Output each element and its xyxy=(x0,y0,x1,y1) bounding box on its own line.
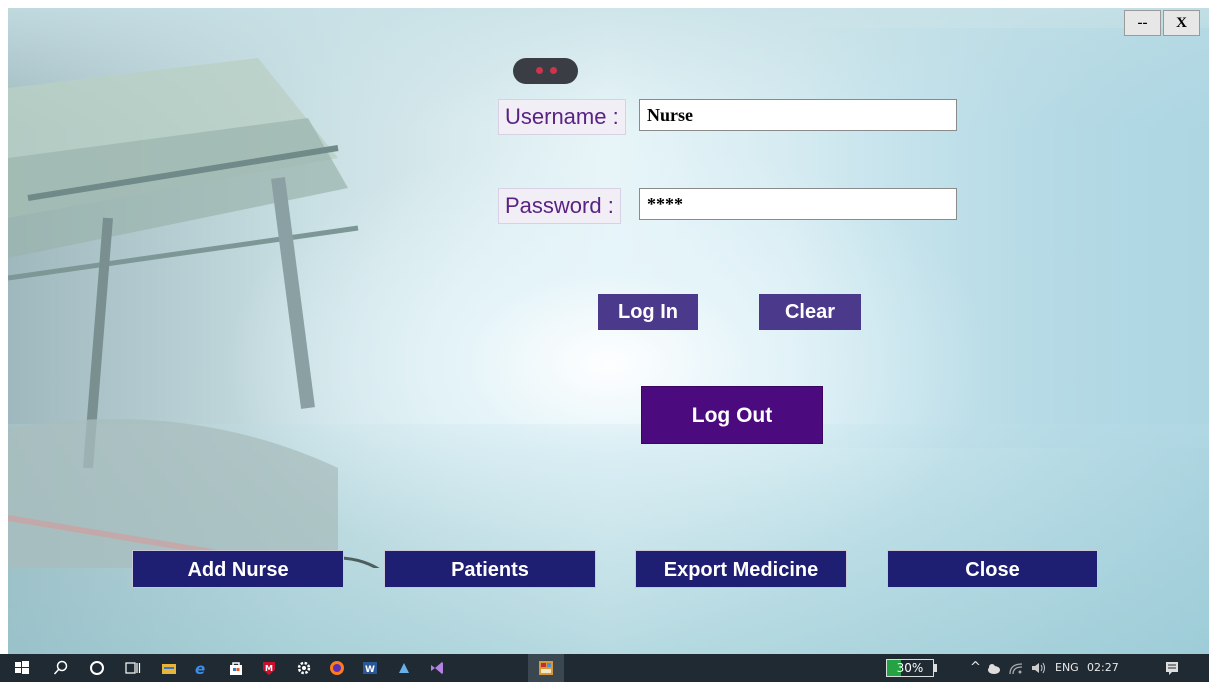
minimize-button[interactable]: -- xyxy=(1124,10,1161,36)
svg-text:e: e xyxy=(195,660,205,676)
svg-text:M: M xyxy=(265,664,273,673)
clear-button[interactable]: Clear xyxy=(759,294,861,330)
file-explorer-icon[interactable] xyxy=(161,660,177,676)
settings-icon[interactable] xyxy=(296,660,312,676)
word-icon[interactable]: W xyxy=(362,660,378,676)
logout-button[interactable]: Log Out xyxy=(641,386,823,444)
patients-button[interactable]: Patients xyxy=(384,550,596,588)
running-app-icon[interactable] xyxy=(538,660,554,676)
battery-indicator[interactable]: 30% xyxy=(886,659,934,677)
taskbar: e M W 30% ^ ENG 02:27 xyxy=(0,654,1209,682)
username-label: Username : xyxy=(498,99,626,135)
app-icon[interactable] xyxy=(396,660,412,676)
hospital-login-window: -- X Username : Nurse Password : **** Lo… xyxy=(8,8,1209,654)
add-nurse-button[interactable]: Add Nurse xyxy=(132,550,344,588)
export-medicine-button[interactable]: Export Medicine xyxy=(635,550,847,588)
chevron-up-icon[interactable]: ^ xyxy=(970,654,981,682)
username-input[interactable]: Nurse xyxy=(639,99,957,131)
background-wall xyxy=(789,28,1209,448)
hospital-bed-image xyxy=(8,58,380,568)
cortana-icon[interactable] xyxy=(89,660,105,676)
battery-text: 30% xyxy=(896,661,924,675)
login-button[interactable]: Log In xyxy=(598,294,698,330)
visual-studio-icon[interactable] xyxy=(429,660,445,676)
mcafee-icon[interactable]: M xyxy=(261,660,277,676)
edge-icon[interactable]: e xyxy=(194,660,210,676)
task-view-icon[interactable] xyxy=(125,660,141,676)
search-icon[interactable] xyxy=(53,660,69,676)
cloud-icon[interactable] xyxy=(986,660,1002,676)
password-label: Password : xyxy=(498,188,621,224)
windows-start-icon[interactable] xyxy=(14,660,30,676)
firefox-icon[interactable] xyxy=(329,660,345,676)
close-button[interactable]: Close xyxy=(887,550,1098,588)
wifi-icon[interactable] xyxy=(1008,660,1024,676)
language-indicator[interactable]: ENG xyxy=(1055,654,1079,682)
close-window-button[interactable]: X xyxy=(1163,10,1200,36)
svg-text:W: W xyxy=(365,665,375,675)
notification-icon[interactable] xyxy=(1164,660,1180,676)
battery-tip xyxy=(934,664,937,672)
clock[interactable]: 02:27 xyxy=(1087,654,1119,682)
password-input[interactable]: **** xyxy=(639,188,957,220)
ceiling-light xyxy=(513,58,578,84)
volume-icon[interactable] xyxy=(1030,660,1046,676)
store-icon[interactable] xyxy=(228,660,244,676)
